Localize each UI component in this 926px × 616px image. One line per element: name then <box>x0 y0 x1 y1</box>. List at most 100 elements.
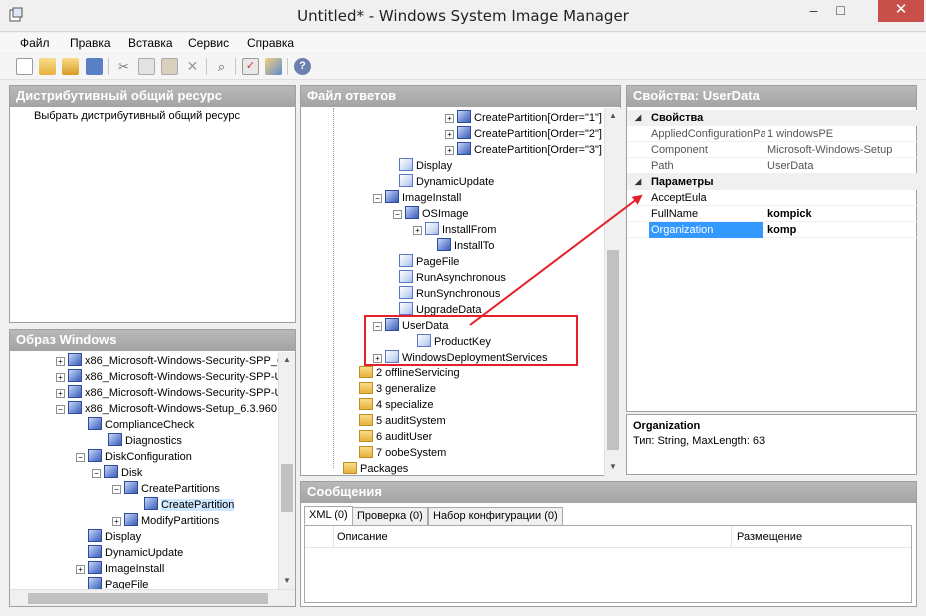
collapse-icon[interactable]: − <box>393 210 402 219</box>
image-horizontal-scrollbar[interactable] <box>10 589 295 606</box>
property-category-properties[interactable]: ◢ Свойства <box>627 110 917 126</box>
tree-node[interactable]: InstallTo <box>425 238 494 254</box>
tree-node[interactable]: RunSynchronous <box>387 286 500 302</box>
tree-node[interactable]: + x86_Microsoft-Windows-Security-SPP-U <box>56 385 278 401</box>
search-icon[interactable]: ⌕ <box>213 58 230 75</box>
tree-node[interactable]: − x86_Microsoft-Windows-Setup_6.3.960 <box>56 401 277 417</box>
minimize-button[interactable]: – <box>800 0 827 22</box>
menu-edit[interactable]: Правка <box>70 36 111 50</box>
tab-configuration-set[interactable]: Набор конфигурации (0) <box>428 507 563 526</box>
scroll-thumb[interactable] <box>281 464 293 512</box>
tree-node[interactable]: + ImageInstall <box>76 561 164 577</box>
tree-node[interactable]: − CreatePartitions <box>112 481 220 497</box>
tree-node[interactable]: 4 specialize <box>347 398 433 414</box>
expand-icon[interactable]: + <box>56 357 65 366</box>
tree-node[interactable]: CreatePartition <box>132 497 235 513</box>
scroll-down-arrow[interactable]: ▼ <box>605 459 621 475</box>
help-icon[interactable]: ? <box>294 58 311 75</box>
tree-node[interactable]: − ImageInstall <box>373 190 461 206</box>
property-row[interactable]: Path UserData <box>627 158 917 174</box>
tree-node[interactable]: + ModifyPartitions <box>112 513 219 529</box>
validate-icon[interactable]: ✓ <box>242 58 259 75</box>
tree-node[interactable]: Display <box>76 529 141 545</box>
menu-help[interactable]: Справка <box>247 36 294 50</box>
expand-icon[interactable]: + <box>76 565 85 574</box>
tree-node[interactable]: Packages <box>331 462 408 476</box>
scroll-up-arrow[interactable]: ▲ <box>279 352 295 368</box>
menu-file[interactable]: Файл <box>20 36 50 50</box>
scroll-thumb[interactable] <box>607 250 619 450</box>
tree-node[interactable]: DynamicUpdate <box>76 545 183 561</box>
collapse-icon[interactable]: − <box>92 469 101 478</box>
menu-tools[interactable]: Сервис <box>188 36 229 50</box>
tree-node[interactable]: − DiskConfiguration <box>76 449 192 465</box>
folder-icon <box>359 414 373 426</box>
tree-node[interactable]: RunAsynchronous <box>387 270 506 286</box>
cut-icon[interactable]: ✂ <box>115 58 132 75</box>
tree-node[interactable]: − Disk <box>92 465 142 481</box>
tree-node[interactable]: PageFile <box>387 254 459 270</box>
collapse-icon[interactable]: ◢ <box>635 174 641 190</box>
setting-fullname[interactable]: FullName kompick <box>627 206 917 222</box>
tree-node[interactable]: 5 auditSystem <box>347 414 446 430</box>
image-vertical-scrollbar[interactable]: ▲ ▼ <box>278 352 295 589</box>
expand-icon[interactable]: + <box>56 389 65 398</box>
tab-validation[interactable]: Проверка (0) <box>352 507 428 526</box>
answer-vertical-scrollbar[interactable]: ▲ ▼ <box>604 108 621 476</box>
tree-node[interactable]: 6 auditUser <box>347 430 432 446</box>
expand-icon[interactable]: + <box>56 373 65 382</box>
tree-node[interactable]: + CreatePartition[Order="3"] <box>445 142 602 158</box>
tree-node[interactable]: 3 generalize <box>347 382 436 398</box>
tree-node[interactable]: Display <box>387 158 452 174</box>
collapse-icon[interactable]: − <box>76 453 85 462</box>
maximize-button[interactable]: □ <box>827 0 854 22</box>
collapse-icon[interactable]: − <box>56 405 65 414</box>
setting-accepteula[interactable]: AcceptEula <box>627 190 917 206</box>
new-file-icon[interactable] <box>16 58 33 75</box>
answer-file-tree[interactable]: + CreatePartition[Order="1"] + CreatePartit… <box>301 108 604 476</box>
tree-node[interactable]: 7 oobeSystem <box>347 446 446 462</box>
property-category-settings[interactable]: ◢ Параметры <box>627 174 917 190</box>
expand-icon[interactable]: + <box>445 146 454 155</box>
open-file-icon[interactable] <box>39 58 56 75</box>
save-icon[interactable] <box>86 58 103 75</box>
column-location[interactable]: Размещение <box>737 531 802 543</box>
tree-node[interactable]: + CreatePartition[Order="2"] <box>445 126 602 142</box>
tree-node[interactable]: 2 offlineServicing <box>347 366 460 382</box>
select-distribution-share-item[interactable]: Выбрать дистрибутивный общий ресурс <box>34 110 240 122</box>
tree-node[interactable]: − OSImage <box>393 206 468 222</box>
tree-node[interactable]: + x86_Microsoft-Windows-Security-SPP-U <box>56 369 278 385</box>
tree-node[interactable]: PageFile <box>76 577 148 589</box>
menu-insert[interactable]: Вставка <box>128 36 173 50</box>
tab-xml[interactable]: XML (0) <box>304 506 353 525</box>
expand-icon[interactable]: + <box>112 517 121 526</box>
collapse-icon[interactable]: − <box>373 194 382 203</box>
tree-node[interactable]: ComplianceCheck <box>76 417 194 433</box>
expand-icon[interactable]: + <box>445 130 454 139</box>
tree-node[interactable]: + x86_Microsoft-Windows-Security-SPP_6 <box>56 353 278 369</box>
collapse-icon[interactable]: − <box>112 485 121 494</box>
tree-node[interactable]: DynamicUpdate <box>387 174 494 190</box>
close-button[interactable]: ✕ <box>878 0 924 22</box>
expand-icon[interactable]: + <box>445 114 454 123</box>
messages-list[interactable]: Описание Размещение <box>304 525 912 603</box>
tree-node[interactable]: Diagnostics <box>96 433 182 449</box>
component-icon <box>399 254 413 267</box>
copy-icon[interactable] <box>138 58 155 75</box>
delete-icon[interactable]: ✕ <box>184 58 201 75</box>
setting-organization[interactable]: Organization komp <box>627 222 917 238</box>
scroll-down-arrow[interactable]: ▼ <box>279 573 295 589</box>
property-row[interactable]: AppliedConfigurationPa 1 windowsPE <box>627 126 917 142</box>
property-row[interactable]: Component Microsoft-Windows-Setup <box>627 142 917 158</box>
paste-icon[interactable] <box>161 58 178 75</box>
create-config-set-icon[interactable] <box>265 58 282 75</box>
collapse-icon[interactable]: ◢ <box>635 110 641 126</box>
scroll-up-arrow[interactable]: ▲ <box>605 108 621 124</box>
open-folder-icon[interactable] <box>62 58 79 75</box>
column-description[interactable]: Описание <box>337 531 388 543</box>
scroll-thumb[interactable] <box>28 593 268 604</box>
expand-icon[interactable]: + <box>413 226 422 235</box>
tree-node[interactable]: + CreatePartition[Order="1"] <box>445 110 602 126</box>
tree-node[interactable]: + InstallFrom <box>413 222 496 238</box>
windows-image-tree[interactable]: + x86_Microsoft-Windows-Security-SPP_6 + x8… <box>10 352 278 589</box>
